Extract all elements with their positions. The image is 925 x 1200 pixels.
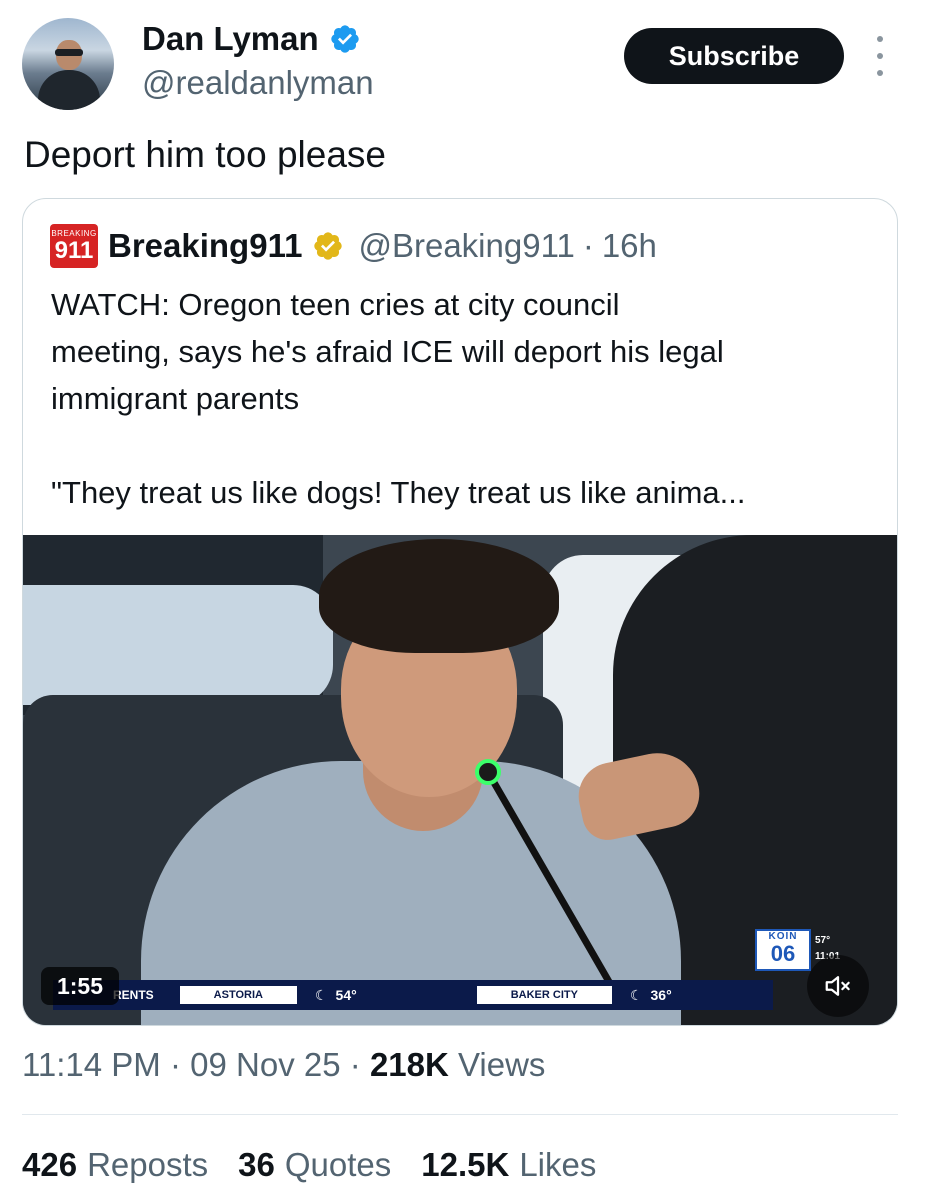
author-handle[interactable]: @realdanlyman bbox=[142, 64, 374, 102]
tweet-time[interactable]: 11:14 PM bbox=[22, 1046, 161, 1083]
video-background bbox=[23, 585, 333, 705]
station-temp: 57° bbox=[815, 935, 831, 946]
tweet-metadata: 11:14 PM · 09 Nov 25 · 218K Views bbox=[22, 1046, 545, 1084]
ticker-temp: 54° bbox=[335, 987, 357, 1003]
quoted-header: BREAKING 911 Breaking911 @Breaking911 · … bbox=[50, 224, 657, 268]
likes-label: Likes bbox=[519, 1146, 597, 1183]
avatar-body bbox=[38, 70, 100, 110]
avatar-sunglasses bbox=[55, 49, 83, 56]
author-avatar[interactable] bbox=[22, 18, 114, 110]
meta-separator: · bbox=[582, 227, 594, 264]
tweet-date[interactable]: 09 Nov 25 bbox=[190, 1046, 340, 1083]
quoted-author-name[interactable]: Breaking911 bbox=[108, 227, 302, 265]
quoted-text-line: WATCH: Oregon teen cries at city council bbox=[51, 287, 620, 322]
engagement-stats: 426 Reposts 36 Quotes 12.5K Likes bbox=[22, 1146, 596, 1184]
quoted-tweet[interactable]: BREAKING 911 Breaking911 @Breaking911 · … bbox=[22, 198, 898, 1026]
gold-verified-badge-icon bbox=[314, 232, 343, 260]
ticker-moon-icon: ☾ bbox=[629, 986, 643, 1003]
reposts-stat[interactable]: 426 Reposts bbox=[22, 1146, 208, 1184]
quoted-text-line: meeting, says he's afraid ICE will depor… bbox=[51, 334, 724, 369]
speaker-muted-icon bbox=[825, 976, 850, 996]
likes-stat[interactable]: 12.5K Likes bbox=[421, 1146, 596, 1184]
ticker-moon-icon: ☾ bbox=[314, 986, 328, 1003]
author-name[interactable]: Dan Lyman bbox=[142, 20, 319, 58]
logo-big-text: 911 bbox=[54, 236, 94, 264]
quoted-text-line: "They treat us like dogs! They treat us … bbox=[51, 475, 746, 510]
video-teen-hair bbox=[319, 539, 559, 653]
author-name-row[interactable]: Dan Lyman bbox=[142, 20, 361, 58]
ticker-label: RENTS bbox=[113, 988, 154, 1002]
quoted-text: WATCH: Oregon teen cries at city council… bbox=[51, 281, 881, 516]
more-options-icon[interactable] bbox=[870, 36, 890, 76]
quoted-age[interactable]: 16h bbox=[602, 227, 657, 265]
meta-separator: · bbox=[349, 1046, 361, 1083]
ticker-city: BAKER CITY bbox=[476, 986, 612, 1004]
ticker-temp: 36° bbox=[650, 987, 672, 1003]
video-microphone-head bbox=[475, 759, 501, 785]
verified-badge-icon bbox=[330, 25, 359, 53]
quoted-author-handle[interactable]: @Breaking911 bbox=[358, 227, 574, 265]
views-count: 218K bbox=[369, 1046, 449, 1083]
reposts-count: 426 bbox=[22, 1146, 78, 1183]
views-label: Views bbox=[458, 1046, 546, 1083]
divider bbox=[22, 1114, 898, 1115]
news-ticker: RENTS ASTORIA ☾ 54° BAKER CITY ☾ 36° bbox=[53, 980, 773, 1010]
ticker-city: ASTORIA bbox=[179, 986, 297, 1004]
meta-separator: · bbox=[169, 1046, 181, 1083]
reposts-label: Reposts bbox=[87, 1146, 209, 1183]
mute-button[interactable] bbox=[807, 955, 869, 1017]
video-duration: 1:55 bbox=[41, 967, 119, 1005]
subscribe-button[interactable]: Subscribe bbox=[624, 28, 844, 84]
video-player[interactable]: RENTS ASTORIA ☾ 54° BAKER CITY ☾ 36° KOI… bbox=[23, 535, 897, 1025]
quotes-stat[interactable]: 36 Quotes bbox=[238, 1146, 391, 1184]
breaking911-avatar[interactable]: BREAKING 911 bbox=[50, 224, 98, 268]
station-logo: KOIN 06 bbox=[755, 929, 811, 971]
tweet-text: Deport him too please bbox=[24, 134, 386, 175]
likes-count: 12.5K bbox=[421, 1146, 510, 1183]
quotes-label: Quotes bbox=[284, 1146, 392, 1183]
quotes-count: 36 bbox=[238, 1146, 275, 1183]
station-logo-number: 06 bbox=[770, 941, 796, 966]
quoted-text-line: immigrant parents bbox=[51, 381, 300, 416]
